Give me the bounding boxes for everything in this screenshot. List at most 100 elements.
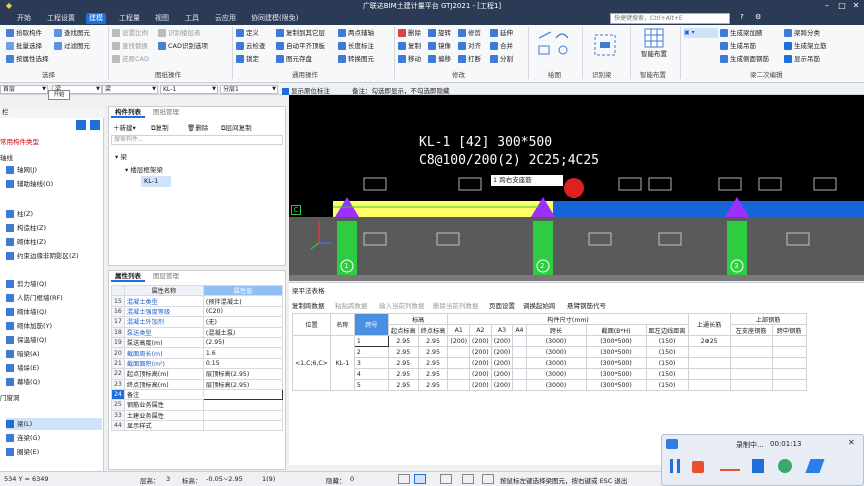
beam-cell-left-support[interactable] <box>729 357 773 369</box>
beam-cell-dist[interactable]: (150) <box>645 335 689 347</box>
property-value[interactable]: (2.95) <box>202 336 284 349</box>
floor-select[interactable]: 首层 ▼ <box>0 85 48 94</box>
beam-cell-a4[interactable] <box>512 368 527 380</box>
webcam-icon[interactable] <box>778 459 792 473</box>
pick-component-button[interactable]: 拾取构件 <box>6 28 42 38</box>
pen-icon[interactable] <box>805 459 825 473</box>
beam-table-row[interactable]: 3 2.95 2.95 (200) (200) (3000) (300*500) (150) <box>293 357 807 369</box>
property-row[interactable]: 16 混凝土强度等级 (C20) <box>111 305 284 318</box>
property-value[interactable] <box>202 420 284 432</box>
copy-between-floors-button[interactable]: ⧉层间复制 <box>221 122 252 133</box>
beam-cell-length[interactable]: (3000) <box>525 368 587 380</box>
beam-cell-a3[interactable]: (200) <box>490 379 514 391</box>
beam-cell-end[interactable]: 2.95 <box>417 368 449 380</box>
beam-cell-top[interactable]: 2⊕25 <box>687 335 731 347</box>
beam-table-row[interactable]: 5 2.95 2.95 (200) (200) (3000) (300*500) (150) <box>293 379 807 391</box>
show-annotation-checkbox[interactable]: 显示原位标注 <box>282 85 330 95</box>
property-row[interactable]: 23 终点顶标高(m) 层顶标高(2.95) <box>111 378 284 390</box>
property-row[interactable]: 24 备注 <box>111 388 284 401</box>
draw-tools[interactable] <box>536 30 576 62</box>
grid-toggle-icon[interactable] <box>482 474 494 484</box>
beam-tool-dropdown[interactable]: ▣ ▾ <box>684 28 718 38</box>
generate-side-rebar-button[interactable]: 生成侧面钢筋 <box>720 54 769 64</box>
copy-to-floor-button[interactable]: 复制到其它层 <box>276 28 325 38</box>
split-button[interactable]: 分割 <box>490 54 513 64</box>
beam-cell-a3[interactable]: (200) <box>490 346 514 358</box>
show-hanger-checkbox-2[interactable]: 显示吊筋 <box>784 54 820 64</box>
beam-cell-span[interactable]: 5 <box>353 379 389 391</box>
beam-cell-mid[interactable] <box>771 357 807 369</box>
copy-component-button[interactable]: ⧉复制 <box>151 122 169 133</box>
save-element-button[interactable]: 图元存盘 <box>276 54 312 64</box>
beam-cell-end[interactable]: 2.95 <box>417 335 449 347</box>
property-row[interactable]: 17 混凝土外加剂 (无) <box>111 316 284 328</box>
beam-cell-length[interactable]: (3000) <box>525 357 587 369</box>
property-value[interactable]: (无) <box>202 316 284 328</box>
beam-cell-a2[interactable]: (200) <box>469 346 492 358</box>
nav-item-aux-axis[interactable]: 辅助轴线(O) <box>6 178 53 190</box>
shortcut-search-input[interactable]: 快捷键搜索，Ctrl+Alt+E <box>610 13 730 24</box>
beam-cell-a1[interactable] <box>447 368 471 380</box>
generate-haunch-button[interactable]: 生成梁加腋 <box>720 28 763 38</box>
beam-cell-length[interactable]: (3000) <box>525 379 587 391</box>
tree-node-beam[interactable]: ▾ 梁 <box>115 151 127 161</box>
page-setup-button[interactable]: 页面设置 <box>489 300 515 310</box>
property-row[interactable]: 21 截面面积(m²) 0.15 <box>111 357 284 370</box>
span-rebar-popup[interactable]: 1 跨右支座筋 <box>491 175 563 186</box>
property-row[interactable]: 22 起点顶标高(m) 层顶标高(2.95) <box>111 368 284 380</box>
property-row[interactable]: 44 显示样式 <box>111 420 284 432</box>
beam-cell-a4[interactable] <box>512 379 527 391</box>
property-value[interactable] <box>202 409 284 422</box>
beam-cell-top[interactable] <box>687 346 731 358</box>
extend-button[interactable]: 延伸 <box>490 28 513 38</box>
nav-section-axis[interactable]: 轴线 <box>0 152 13 162</box>
beam-cell-mid[interactable] <box>771 346 807 358</box>
beam-cell-start[interactable]: 2.95 <box>387 368 419 380</box>
menu-tools[interactable]: 工具 <box>182 13 202 24</box>
beam-cell-mid[interactable] <box>771 335 807 347</box>
beam-cell-start[interactable]: 2.95 <box>387 357 419 369</box>
beam-cell-top[interactable] <box>687 379 731 391</box>
menu-modeling[interactable]: 建模 <box>86 13 106 24</box>
tree-node-kl1[interactable]: KL-1 <box>141 176 171 187</box>
nav-item-masonry-column[interactable]: 砌体柱(Z) <box>6 236 46 248</box>
filter-element-button[interactable]: 过滤图元 <box>54 41 90 51</box>
beam-cell-dist[interactable]: (150) <box>645 357 689 369</box>
property-value[interactable]: 1.6 <box>202 347 284 359</box>
beam-cell-start[interactable]: 2.95 <box>387 379 419 391</box>
property-row[interactable]: 33 土建业务属性 <box>111 409 284 422</box>
beam-cell-a4[interactable] <box>512 357 527 369</box>
beam-cell-end[interactable]: 2.95 <box>417 357 449 369</box>
property-row[interactable]: 20 截面周长(m) 1.6 <box>111 347 284 359</box>
two-point-axis-button[interactable]: 两点辅轴 <box>338 28 374 38</box>
property-value[interactable]: 0.15 <box>202 357 284 370</box>
select-mode-icon[interactable] <box>414 474 426 484</box>
restore-cad-button[interactable]: 还原CAD <box>112 54 149 64</box>
minimize-icon[interactable]: – <box>820 0 834 12</box>
cantilever-rebar-code-button[interactable]: 悬臂钢筋代号 <box>567 300 606 310</box>
beam-cell-span[interactable]: 3 <box>353 357 389 369</box>
layer-select[interactable]: 分层1 ▼ <box>220 85 278 94</box>
close-icon[interactable]: ✕ <box>849 0 863 12</box>
beam-cell-start[interactable]: 2.95 <box>387 346 419 358</box>
find-replace-button[interactable]: 查找替换 <box>112 41 148 51</box>
property-value[interactable]: (预拌混凝土) <box>202 295 284 307</box>
cad-options-button[interactable]: CAD识别选项 <box>158 41 208 51</box>
beam-cell-a4[interactable] <box>512 346 527 358</box>
nav-section-openings[interactable]: 门窗洞 <box>0 392 20 402</box>
list-view-icon[interactable] <box>76 120 86 130</box>
delete-component-button[interactable]: 🗑删除 <box>187 122 208 132</box>
component-select[interactable]: KL-1 ▼ <box>160 85 218 94</box>
annotate-icon[interactable] <box>752 459 764 473</box>
nav-item-ring-beam[interactable]: 圈梁(E) <box>6 446 39 458</box>
nav-item-civil-defense[interactable]: 人防门框墙(RF) <box>6 292 63 304</box>
beam-cell-section[interactable]: (300*500) <box>585 379 647 391</box>
beam-cell-a3[interactable]: (200) <box>490 368 514 380</box>
copy-button[interactable]: 复制 <box>398 41 421 51</box>
new-component-button[interactable]: ＋新建▾ <box>113 122 136 132</box>
beam-cell-section[interactable]: (300*500) <box>585 346 647 358</box>
beam-cell-length[interactable]: (3000) <box>525 335 587 347</box>
cloud-check-button[interactable]: 云检查 <box>236 41 266 51</box>
beam-cell-dist[interactable]: (150) <box>645 346 689 358</box>
stop-icon[interactable] <box>692 461 704 473</box>
